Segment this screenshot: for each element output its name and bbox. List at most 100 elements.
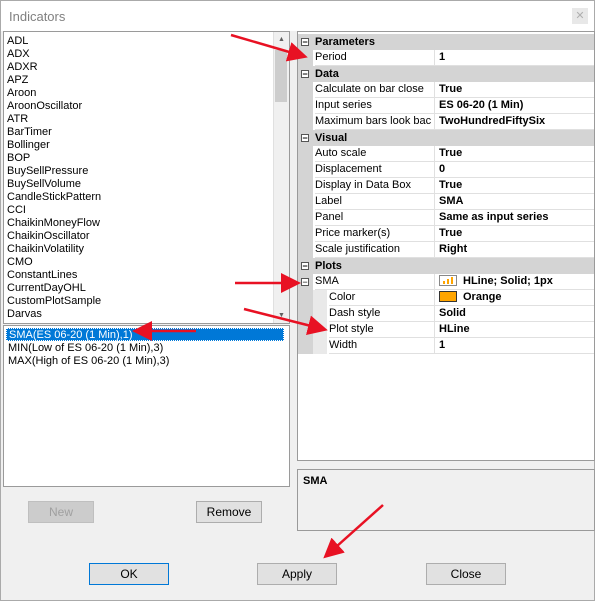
collapse-icon[interactable]: −	[301, 134, 309, 143]
scrollbar-thumb[interactable]	[275, 50, 287, 102]
apply-button[interactable]: Apply	[257, 563, 337, 585]
category-label: Parameters	[315, 36, 375, 48]
title-bar: Indicators ✕	[1, 1, 594, 31]
applied-item[interactable]: MIN(Low of ES 06-20 (1 Min),3)	[6, 342, 286, 355]
prop-value[interactable]: Orange	[435, 290, 594, 306]
property-grid: − Parameters Period 1 − Data Calculate o…	[297, 31, 595, 461]
new-button[interactable]: New	[28, 501, 94, 523]
prop-calculate-on-bar-close[interactable]: Calculate on bar close True	[298, 82, 594, 98]
list-item[interactable]: BOP	[7, 152, 30, 165]
prop-plot-style[interactable]: Plot style HLine	[298, 322, 594, 338]
period-value[interactable]: 1	[435, 50, 594, 66]
close-window-icon[interactable]: ✕	[572, 8, 588, 24]
category-plots[interactable]: − Plots	[298, 258, 594, 274]
prop-sma-plot[interactable]: − SMA HLine; Solid; 1px	[298, 274, 594, 290]
list-item[interactable]: BarTimer	[7, 126, 52, 139]
scroll-up-arrow-icon[interactable]: ▲	[274, 32, 289, 47]
prop-value[interactable]: Solid	[435, 306, 594, 322]
list-item[interactable]: Darvas	[7, 308, 42, 321]
category-data[interactable]: − Data	[298, 66, 594, 82]
prop-color[interactable]: Color Orange	[298, 290, 594, 306]
collapse-icon[interactable]: −	[301, 278, 309, 287]
prop-price-markers[interactable]: Price marker(s) True	[298, 226, 594, 242]
list-item[interactable]: ADXR	[7, 61, 38, 74]
prop-value[interactable]: 0	[435, 162, 594, 178]
applied-item-selected[interactable]: SMA(ES 06-20 (1 Min),1)	[6, 328, 284, 341]
prop-width[interactable]: Width 1	[298, 338, 594, 354]
prop-maximum-bars-look-back[interactable]: Maximum bars look bac TwoHundredFiftySix	[298, 114, 594, 130]
indicator-list-scrollbar[interactable]: ▲ ▼	[273, 32, 289, 323]
prop-value[interactable]: True	[435, 178, 594, 194]
property-description: SMA	[297, 469, 595, 531]
prop-display-in-data-box[interactable]: Display in Data Box True	[298, 178, 594, 194]
list-item[interactable]: Bollinger	[7, 139, 50, 152]
list-item[interactable]: CurrentDayOHL	[7, 282, 86, 295]
collapse-icon[interactable]: −	[301, 38, 309, 47]
list-item[interactable]: ADX	[7, 48, 30, 61]
indicator-list[interactable]: ADL ADX ADXR APZ Aroon AroonOscillator A…	[3, 31, 290, 324]
prop-name: Color	[329, 290, 435, 306]
prop-label[interactable]: Label SMA	[298, 194, 594, 210]
prop-displacement[interactable]: Displacement 0	[298, 162, 594, 178]
list-item[interactable]: ChaikinMoneyFlow	[7, 217, 100, 230]
list-item[interactable]: ChaikinVolatility	[7, 243, 84, 256]
list-item[interactable]: CustomPlotSample	[7, 295, 101, 308]
prop-panel[interactable]: Panel Same as input series	[298, 210, 594, 226]
prop-name: Calculate on bar close	[315, 82, 435, 98]
prop-name: Displacement	[315, 162, 435, 178]
color-value: Orange	[463, 291, 502, 303]
collapse-icon[interactable]: −	[301, 70, 309, 79]
prop-name: Input series	[315, 98, 435, 114]
prop-name: Maximum bars look bac	[315, 114, 435, 130]
prop-name: Display in Data Box	[315, 178, 435, 194]
sma-plot-summary: HLine; Solid; 1px	[463, 275, 553, 287]
category-parameters[interactable]: − Parameters	[298, 34, 594, 50]
prop-value[interactable]: 1	[435, 338, 594, 354]
prop-name: Dash style	[329, 306, 435, 322]
prop-auto-scale[interactable]: Auto scale True	[298, 146, 594, 162]
list-item[interactable]: APZ	[7, 74, 28, 87]
prop-value[interactable]: True	[435, 82, 594, 98]
prop-input-series[interactable]: Input series ES 06-20 (1 Min)	[298, 98, 594, 114]
prop-value[interactable]: True	[435, 226, 594, 242]
collapse-icon[interactable]: −	[301, 262, 309, 271]
list-item[interactable]: CandleStickPattern	[7, 191, 101, 204]
list-item[interactable]: ATR	[7, 113, 28, 126]
close-button[interactable]: Close	[426, 563, 506, 585]
prop-value[interactable]: TwoHundredFiftySix	[435, 114, 594, 130]
scroll-down-arrow-icon[interactable]: ▼	[274, 308, 289, 323]
window-title: Indicators	[9, 9, 66, 24]
list-item[interactable]: ConstantLines	[7, 269, 77, 282]
category-label: Data	[315, 68, 339, 80]
applied-indicators-list[interactable]: SMA(ES 06-20 (1 Min),1) MIN(Low of ES 06…	[3, 325, 290, 487]
prop-value[interactable]: ES 06-20 (1 Min)	[435, 98, 594, 114]
prop-scale-justification[interactable]: Scale justification Right	[298, 242, 594, 258]
prop-value[interactable]: HLine; Solid; 1px	[435, 274, 594, 290]
category-visual[interactable]: − Visual	[298, 130, 594, 146]
prop-value[interactable]: HLine	[435, 322, 594, 338]
prop-value[interactable]: Same as input series	[435, 210, 594, 226]
list-item[interactable]: ChaikinOscillator	[7, 230, 90, 243]
list-item[interactable]: ADL	[7, 35, 28, 48]
ok-button[interactable]: OK	[89, 563, 169, 585]
list-item[interactable]: Aroon	[7, 87, 36, 100]
prop-value[interactable]: True	[435, 146, 594, 162]
list-item[interactable]: BuySellVolume	[7, 178, 81, 191]
list-item[interactable]: CMO	[7, 256, 33, 269]
prop-value[interactable]: SMA	[435, 194, 594, 210]
applied-item[interactable]: MAX(High of ES 06-20 (1 Min),3)	[6, 355, 286, 368]
prop-name: SMA	[315, 274, 435, 290]
list-item[interactable]: CCI	[7, 204, 26, 217]
prop-period[interactable]: Period 1	[298, 50, 594, 66]
prop-dash-style[interactable]: Dash style Solid	[298, 306, 594, 322]
prop-value[interactable]: Right	[435, 242, 594, 258]
list-item[interactable]: BuySellPressure	[7, 165, 88, 178]
category-label: Plots	[315, 260, 342, 272]
category-label: Visual	[315, 132, 348, 144]
description-text: SMA	[303, 475, 328, 487]
remove-button[interactable]: Remove	[196, 501, 262, 523]
prop-name: Label	[315, 194, 435, 210]
list-item[interactable]: AroonOscillator	[7, 100, 82, 113]
prop-name: Panel	[315, 210, 435, 226]
prop-name: Price marker(s)	[315, 226, 435, 242]
